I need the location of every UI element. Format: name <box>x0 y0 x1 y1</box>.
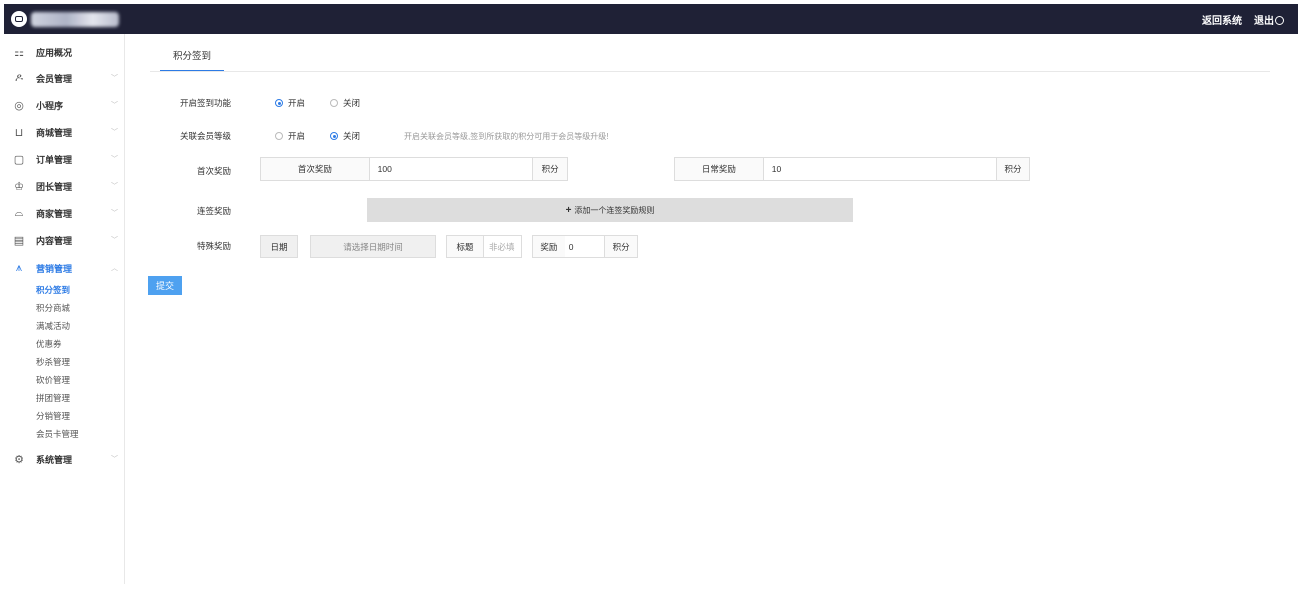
sidebar-item-miniprogram[interactable]: ◎ 小程序 ﹀ <box>4 95 124 115</box>
radio-label: 关闭 <box>343 131 361 141</box>
users-icon: ዶ <box>14 71 24 84</box>
submenu-item-points-mall[interactable]: 积分商城 <box>36 302 70 314</box>
streak-reward-label: 连签奖励 <box>196 206 231 216</box>
submenu-item-membercard[interactable]: 会员卡管理 <box>36 428 79 440</box>
chevron-up-icon: ︿ <box>111 265 118 272</box>
submenu-item-checkin[interactable]: 积分签到 <box>36 284 70 296</box>
chevron-down-icon: ﹀ <box>111 456 118 463</box>
enable-checkin-on-radio[interactable]: 开启 <box>275 97 305 109</box>
title-input[interactable]: 非必填 <box>483 236 521 257</box>
sidebar-item-merchants[interactable]: ⌓ 商家管理 ﹀ <box>4 203 124 223</box>
submenu-item-groupbuy[interactable]: 拼团管理 <box>36 392 70 404</box>
sidebar-item-label: 会员管理 <box>36 73 73 84</box>
submenu-item-discount[interactable]: 满减活动 <box>36 320 70 332</box>
sidebar-item-label: 小程序 <box>36 100 64 111</box>
chevron-down-icon: ﹀ <box>111 102 118 109</box>
chevron-down-icon: ﹀ <box>111 210 118 217</box>
return-system-link[interactable]: 返回系统 <box>1202 12 1242 27</box>
top-actions: 返回系统 退出 <box>1202 12 1284 27</box>
add-rule-label: 添加一个连签奖励规则 <box>574 205 655 215</box>
logout-icon <box>1275 16 1284 25</box>
date-picker-input[interactable]: 请选择日期时间 <box>310 235 436 258</box>
first-reward-group: 首次奖励 100 积分 <box>260 157 568 181</box>
radio-label: 开启 <box>288 98 306 108</box>
grid-icon: ⚏ <box>14 46 24 59</box>
special-reward-label: 特殊奖励 <box>196 241 231 251</box>
tab-checkin[interactable]: 积分签到 <box>160 48 224 72</box>
sidebar-item-label: 营销管理 <box>36 263 73 274</box>
sidebar-item-overview[interactable]: ⚏ 应用概况 <box>4 42 124 62</box>
plus-icon: + <box>565 204 572 216</box>
submenu-item-bargain[interactable]: 砍价管理 <box>36 374 70 386</box>
sidebar-item-marketing[interactable]: ⩚ 营销管理 ︿ <box>4 258 124 278</box>
date-addon: 日期 <box>260 235 298 258</box>
submenu-item-coupon[interactable]: 优惠券 <box>36 338 62 350</box>
submenu-item-seckill[interactable]: 秒杀管理 <box>36 356 70 368</box>
member-level-off-radio[interactable]: 关闭 <box>330 130 360 142</box>
top-bar: 返回系统 退出 <box>4 4 1298 34</box>
radio-unchecked-icon <box>275 132 283 140</box>
order-icon: ▢ <box>13 153 25 166</box>
sidebar-item-leaders[interactable]: ♔ 团长管理 ﹀ <box>4 176 124 196</box>
submit-button[interactable]: 提交 <box>148 276 182 295</box>
sidebar-item-mall[interactable]: ⊔ 商城管理 ﹀ <box>4 122 124 142</box>
sidebar-item-label: 系统管理 <box>36 454 73 465</box>
daily-reward-input[interactable]: 10 <box>762 158 996 180</box>
reward-group: 奖励 0 积分 <box>532 235 638 258</box>
sidebar-item-system[interactable]: ⚙ 系统管理 ﹀ <box>4 449 124 469</box>
chevron-down-icon: ﹀ <box>111 129 118 136</box>
tab-divider <box>150 71 1270 72</box>
miniprogram-icon: ◎ <box>14 99 24 112</box>
first-reward-addon: 首次奖励 <box>261 158 369 180</box>
reward-unit: 积分 <box>604 236 638 257</box>
radio-checked-icon <box>275 99 283 107</box>
marketing-icon: ⩚ <box>15 261 23 274</box>
title-group: 标题 非必填 <box>446 235 522 258</box>
crown-icon: ♔ <box>14 180 24 193</box>
member-level-on-radio[interactable]: 开启 <box>275 130 305 142</box>
radio-label: 关闭 <box>343 98 361 108</box>
shop-icon: ⌓ <box>14 206 24 219</box>
settings-icon: ⚙ <box>14 453 24 466</box>
daily-reward-group: 日常奖励 10 积分 <box>674 157 1030 181</box>
sidebar-item-content[interactable]: ▤ 内容管理 ﹀ <box>4 230 124 250</box>
sidebar-item-label: 内容管理 <box>36 235 73 246</box>
radio-label: 开启 <box>288 131 306 141</box>
sidebar-item-label: 订单管理 <box>36 154 73 165</box>
first-reward-input[interactable]: 100 <box>368 158 532 180</box>
daily-reward-unit: 积分 <box>996 158 1029 180</box>
submenu-item-distribution[interactable]: 分销管理 <box>36 410 70 422</box>
radio-unchecked-icon <box>330 99 338 107</box>
chevron-down-icon: ﹀ <box>111 237 118 244</box>
daily-reward-addon: 日常奖励 <box>675 158 763 180</box>
title-addon: 标题 <box>447 236 483 257</box>
sidebar-item-label: 团长管理 <box>36 181 73 192</box>
first-reward-unit: 积分 <box>532 158 568 180</box>
add-streak-rule-button[interactable]: + 添加一个连签奖励规则 <box>367 198 853 222</box>
chevron-down-icon: ﹀ <box>111 156 118 163</box>
logout-label: 退出 <box>1254 16 1274 27</box>
first-reward-label: 首次奖励 <box>196 166 231 176</box>
logo-icon <box>11 11 27 27</box>
member-level-label: 关联会员等级 <box>179 131 231 141</box>
document-icon: ▤ <box>13 234 25 247</box>
reward-input[interactable]: 0 <box>565 236 605 257</box>
enable-checkin-off-radio[interactable]: 关闭 <box>330 97 360 109</box>
sidebar: ⚏ 应用概况 ዶ 会员管理 ﹀ ◎ 小程序 ﹀ ⊔ 商城管理 ﹀ ▢ 订单管理 … <box>4 34 125 584</box>
enable-checkin-label: 开启签到功能 <box>179 98 231 108</box>
sidebar-item-label: 应用概况 <box>36 47 73 58</box>
sidebar-item-label: 商家管理 <box>36 208 73 219</box>
reward-addon: 奖励 <box>533 236 565 257</box>
sidebar-item-members[interactable]: ዶ 会员管理 ﹀ <box>4 68 124 88</box>
logout-link[interactable]: 退出 <box>1254 12 1284 27</box>
chevron-down-icon: ﹀ <box>111 183 118 190</box>
member-level-hint: 开启关联会员等级,签到所获取的积分可用于会员等级升级! <box>404 132 609 141</box>
radio-checked-icon <box>330 132 338 140</box>
sidebar-item-label: 商城管理 <box>36 127 73 138</box>
cart-icon: ⊔ <box>14 126 24 139</box>
chevron-down-icon: ﹀ <box>111 75 118 82</box>
app-name-blurred <box>31 12 119 27</box>
sidebar-item-orders[interactable]: ▢ 订单管理 ﹀ <box>4 149 124 169</box>
